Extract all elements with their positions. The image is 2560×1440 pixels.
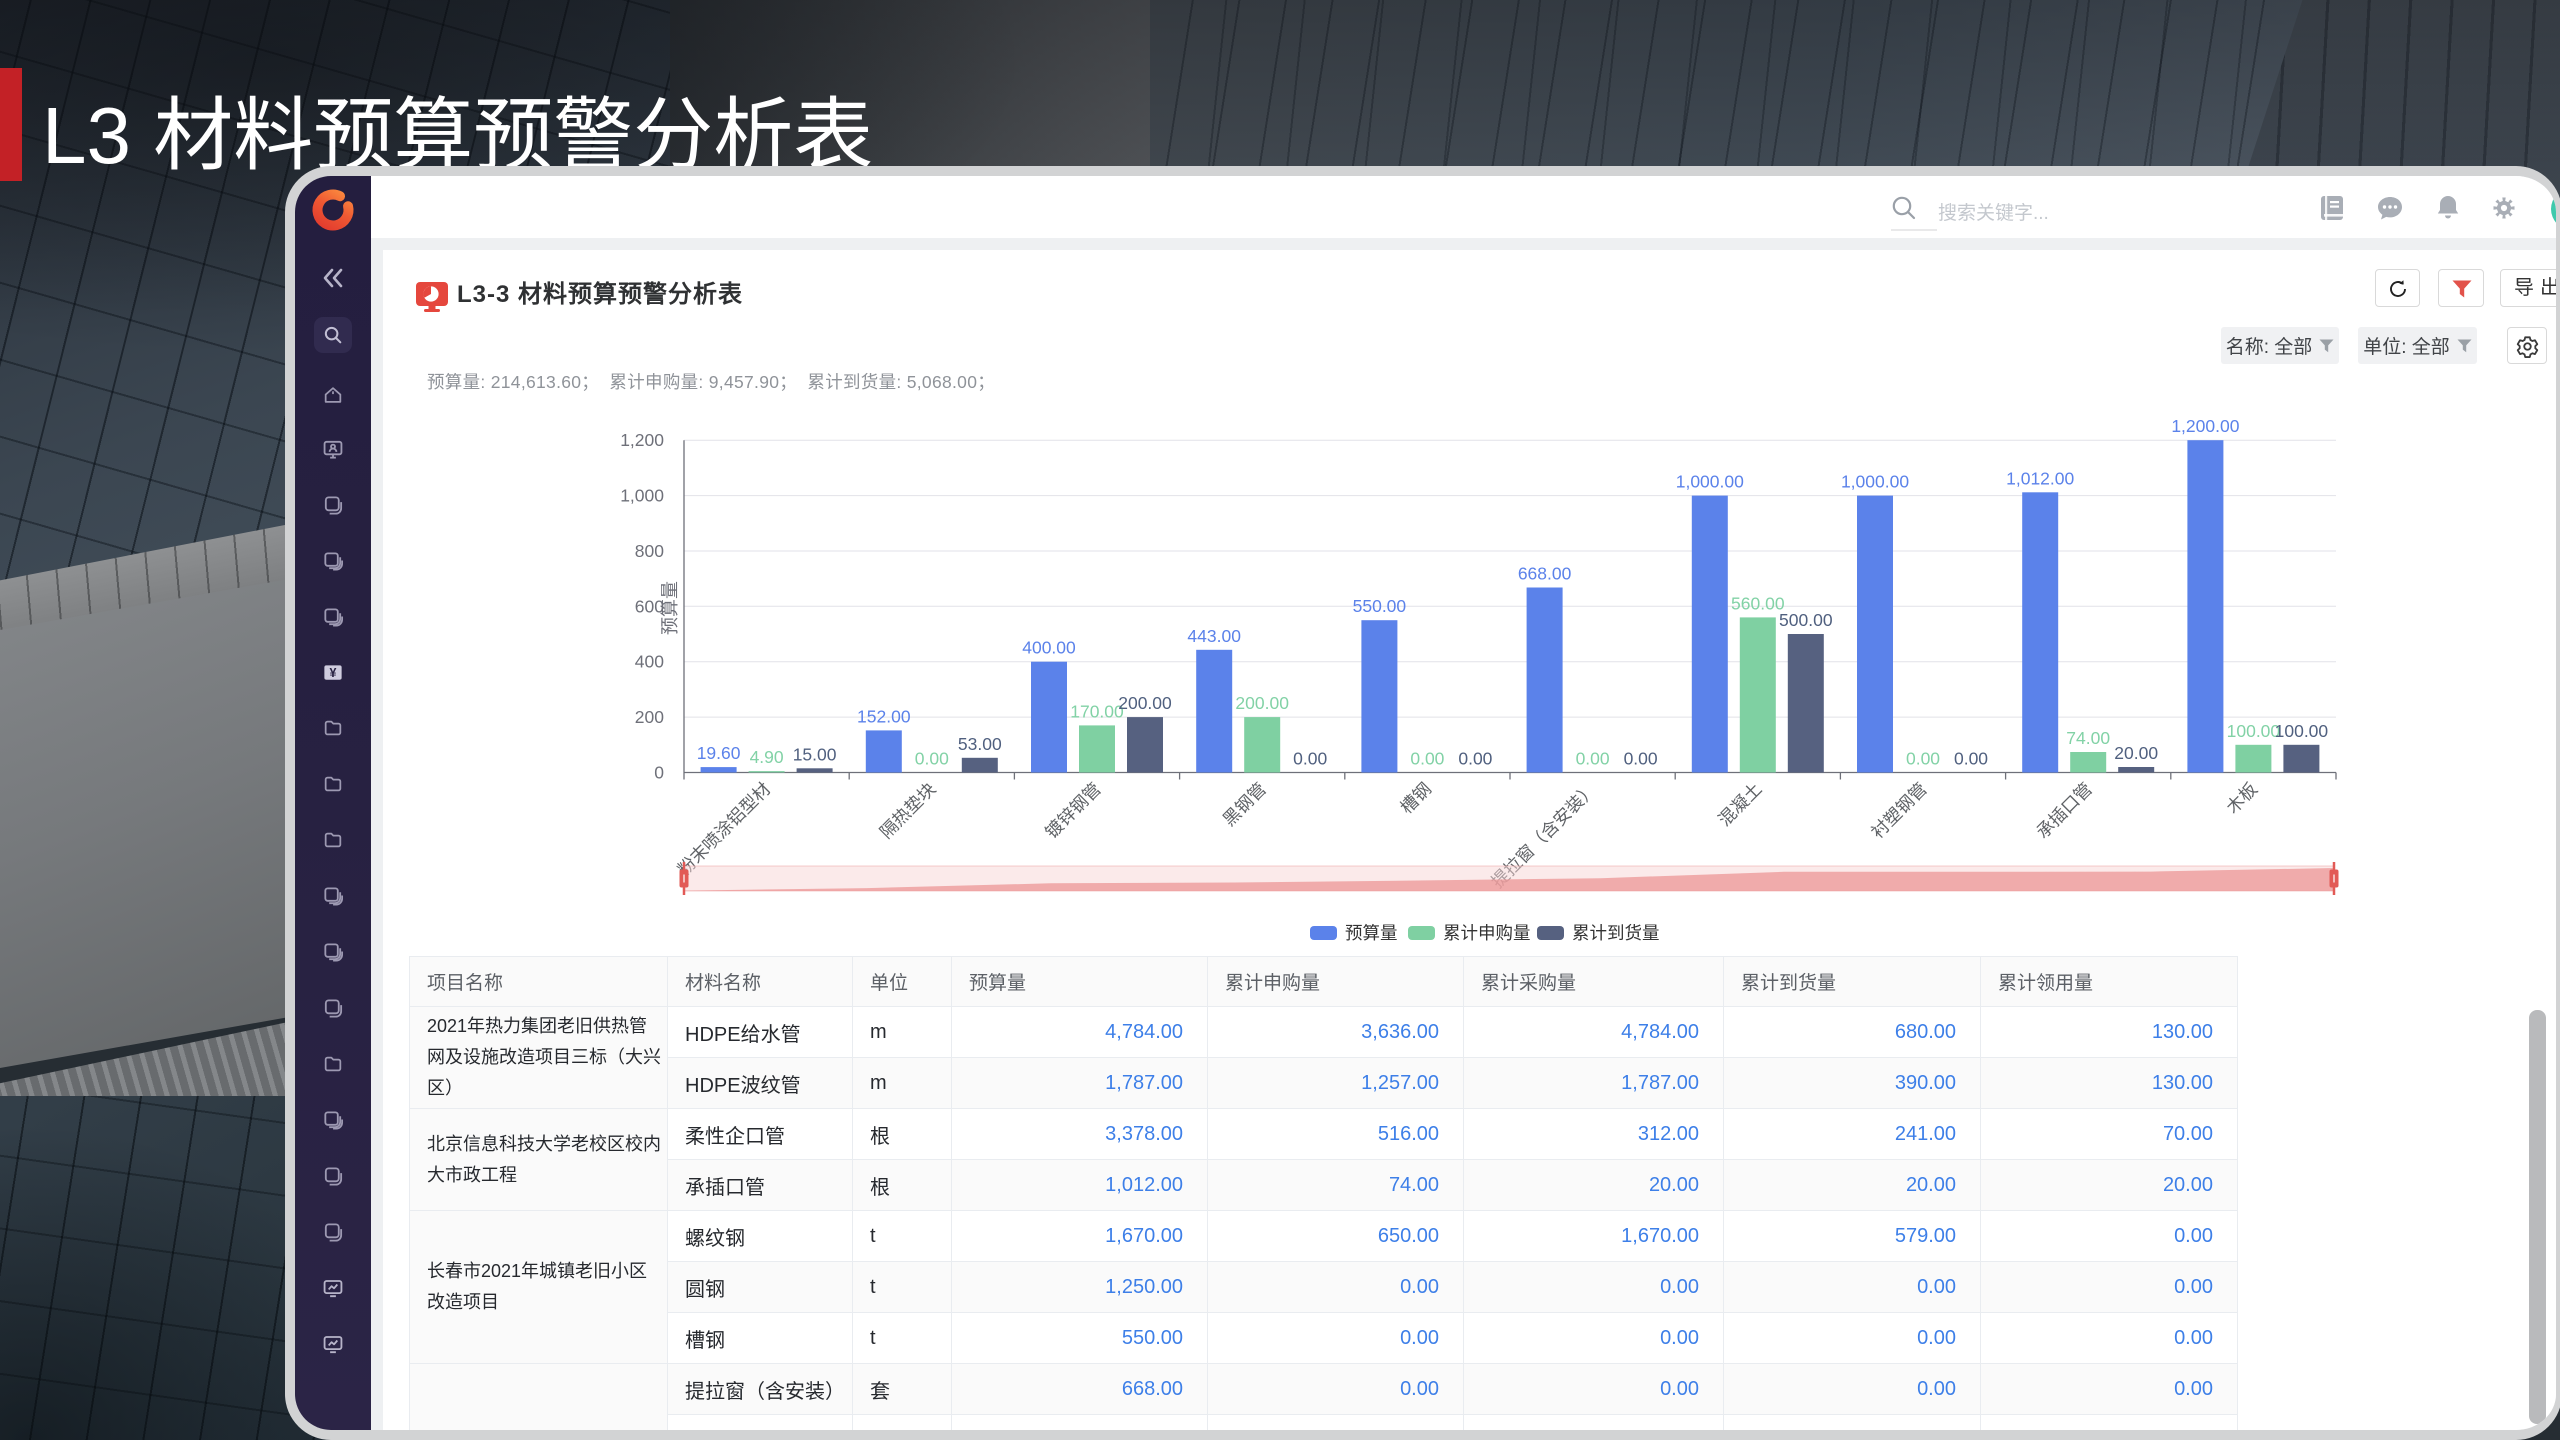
svg-text:1,200: 1,200 (620, 430, 664, 450)
svg-text:0.00: 0.00 (1954, 749, 1988, 769)
svg-text:槽钢: 槽钢 (1396, 779, 1435, 818)
svg-text:550.00: 550.00 (1353, 596, 1407, 616)
svg-text:15.00: 15.00 (793, 744, 837, 764)
svg-text:1,000: 1,000 (620, 486, 664, 506)
svg-text:累计申购量: 累计申购量 (1443, 923, 1531, 943)
svg-text:400.00: 400.00 (1022, 638, 1076, 658)
svg-text:200.00: 200.00 (1235, 693, 1289, 713)
svg-text:累计到货量: 累计到货量 (1572, 923, 1660, 943)
svg-text:53.00: 53.00 (958, 734, 1002, 754)
svg-text:200: 200 (635, 707, 664, 727)
svg-text:1,200.00: 1,200.00 (2171, 416, 2239, 436)
svg-text:黑钢管: 黑钢管 (1219, 779, 1270, 830)
svg-text:443.00: 443.00 (1187, 626, 1241, 646)
svg-text:1,000.00: 1,000.00 (1676, 472, 1744, 492)
svg-text:承插口管: 承插口管 (2032, 779, 2096, 843)
svg-text:0.00: 0.00 (1293, 749, 1327, 769)
svg-text:100.00: 100.00 (2227, 721, 2281, 741)
svg-text:预算量: 预算量 (660, 581, 680, 635)
svg-text:800: 800 (635, 541, 664, 561)
svg-text:19.60: 19.60 (697, 743, 741, 763)
svg-text:0.00: 0.00 (915, 749, 949, 769)
svg-text:0: 0 (654, 763, 664, 783)
svg-text:170.00: 170.00 (1070, 701, 1124, 721)
svg-text:74.00: 74.00 (2066, 728, 2110, 748)
svg-text:0.00: 0.00 (1906, 749, 1940, 769)
svg-text:隔热垫块: 隔热垫块 (876, 779, 940, 843)
svg-text:衬塑钢管: 衬塑钢管 (1867, 779, 1931, 843)
svg-text:0.00: 0.00 (1458, 749, 1492, 769)
svg-text:20.00: 20.00 (2114, 743, 2158, 763)
svg-text:镀锌钢管: 镀锌钢管 (1041, 779, 1105, 843)
svg-text:1,012.00: 1,012.00 (2006, 468, 2074, 488)
svg-text:500.00: 500.00 (1779, 610, 1833, 630)
svg-text:4.90: 4.90 (750, 747, 784, 767)
svg-text:粉末喷涂铝型材: 粉末喷涂铝型材 (674, 779, 775, 880)
svg-text:400: 400 (635, 652, 664, 672)
svg-text:预算量: 预算量 (1345, 923, 1398, 943)
svg-text:0.00: 0.00 (1410, 749, 1444, 769)
svg-text:混凝土: 混凝土 (1714, 779, 1765, 830)
svg-text:668.00: 668.00 (1518, 564, 1572, 584)
svg-text:0.00: 0.00 (1576, 749, 1610, 769)
svg-text:200.00: 200.00 (1118, 693, 1172, 713)
svg-text:100.00: 100.00 (2275, 721, 2329, 741)
svg-text:1,000.00: 1,000.00 (1841, 472, 1909, 492)
svg-text:560.00: 560.00 (1731, 593, 1785, 613)
svg-text:152.00: 152.00 (857, 706, 911, 726)
svg-text:木板: 木板 (2222, 779, 2261, 818)
svg-text:0.00: 0.00 (1624, 749, 1658, 769)
